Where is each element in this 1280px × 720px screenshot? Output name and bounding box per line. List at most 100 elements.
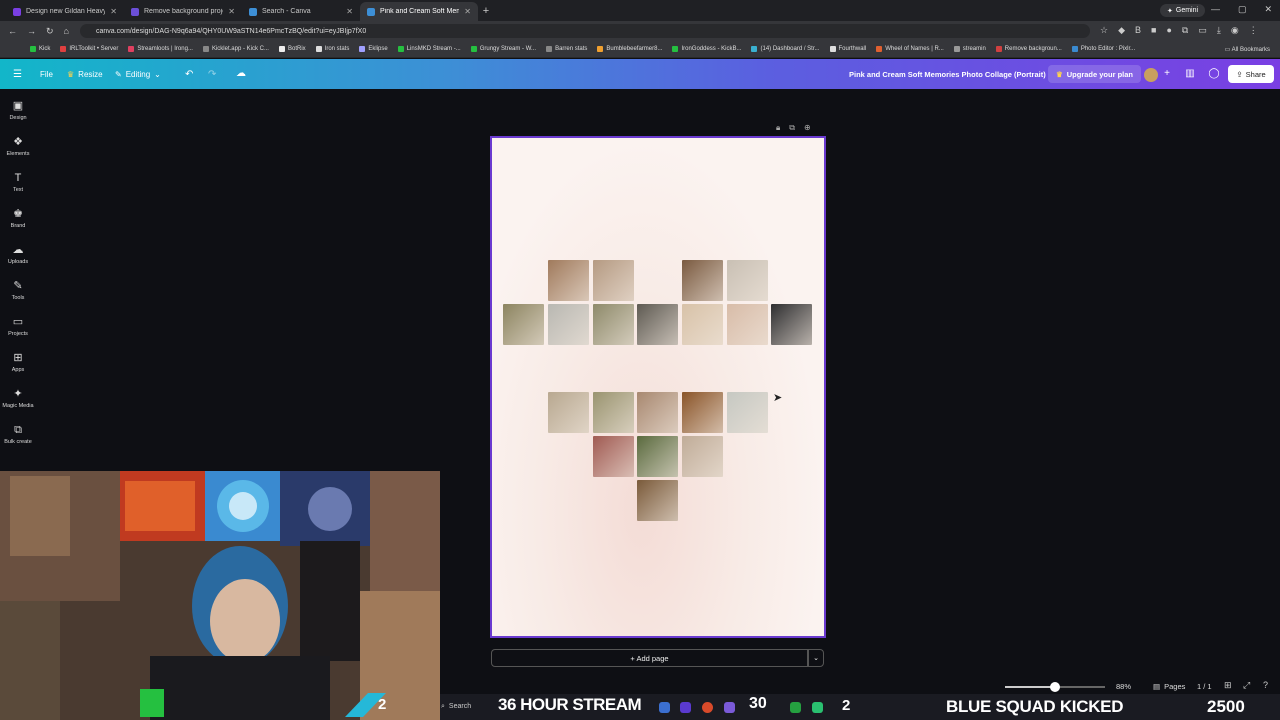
comments-icon[interactable]: ◯	[1208, 68, 1220, 80]
new-tab-button[interactable]: +	[478, 5, 494, 17]
app-icon[interactable]	[812, 702, 823, 713]
split-icon[interactable]: ▭	[1198, 25, 1207, 36]
collage-photo[interactable]	[682, 392, 723, 433]
collage-photo[interactable]	[637, 392, 678, 433]
design-page[interactable]	[490, 136, 826, 638]
collage-photo[interactable]	[682, 260, 723, 301]
add-collaborator-icon[interactable]: +	[1161, 68, 1173, 80]
browser-tab[interactable]: Pink and Cream Soft Memorie ✕	[360, 2, 478, 21]
extension-icon[interactable]: ◆	[1118, 25, 1125, 36]
document-title[interactable]: Pink and Cream Soft Memories Photo Colla…	[849, 70, 1046, 79]
maximize-icon[interactable]: ▢	[1238, 4, 1247, 15]
sidebar-item-brand[interactable]: ♚ Brand	[0, 208, 36, 229]
browser-tab[interactable]: Design new Gildan Heavyweig ✕	[6, 2, 124, 21]
bookmark-item[interactable]: Grungy Stream - W...	[470, 46, 536, 52]
bookmark-item[interactable]: Photo Editor : Pixlr...	[1071, 46, 1135, 52]
share-button[interactable]: ⇪ Share	[1228, 65, 1274, 83]
collage-photo[interactable]	[682, 436, 723, 477]
collage-photo[interactable]	[637, 436, 678, 477]
sidebar-item-uploads[interactable]: ☁ Uploads	[0, 244, 36, 265]
bookmark-item[interactable]: Iron stats	[315, 46, 349, 52]
zoom-slider-handle[interactable]	[1050, 682, 1060, 692]
close-tab-icon[interactable]: ✕	[346, 7, 353, 16]
app-icon[interactable]	[680, 702, 691, 713]
sidebar-item-projects[interactable]: ▭ Projects	[0, 316, 36, 337]
app-icon[interactable]	[790, 702, 801, 713]
bookmark-item[interactable]: IronGoddess - KickB...	[672, 46, 741, 52]
bookmark-item[interactable]: streamin	[953, 46, 986, 52]
fullscreen-icon[interactable]: ⤢	[1243, 680, 1250, 691]
collage-photo[interactable]	[637, 304, 678, 345]
browser-tab[interactable]: Search - Canva ✕	[242, 2, 360, 21]
cloud-saved-icon[interactable]: ☁	[236, 68, 246, 79]
bookmark-star-icon[interactable]: ☆	[1100, 25, 1108, 36]
app-icon[interactable]	[724, 702, 735, 713]
collage-photo[interactable]	[593, 392, 634, 433]
collage-photo[interactable]	[548, 392, 589, 433]
collage-photo[interactable]	[593, 260, 634, 301]
chrome-icon[interactable]	[702, 702, 713, 713]
hamburger-menu-icon[interactable]: ☰	[13, 69, 22, 80]
bookmark-item[interactable]: Kicklet.app - Kick C...	[202, 46, 269, 52]
add-page-icon[interactable]: ⊕	[804, 123, 811, 133]
reload-icon[interactable]: ↻	[46, 26, 54, 37]
taskbar-search[interactable]: ⌕ Search	[441, 703, 471, 711]
bookmark-item[interactable]: Barren stats	[546, 46, 587, 52]
back-icon[interactable]: ←	[8, 26, 17, 36]
avatar[interactable]	[1144, 68, 1158, 82]
bookmark-item[interactable]: LinsMKD Stream -...	[397, 46, 461, 52]
bookmark-item[interactable]: Fourthwall	[829, 46, 866, 52]
editing-mode-dropdown[interactable]: ✎ Editing ⌄	[115, 70, 161, 79]
close-tab-icon[interactable]: ✕	[464, 7, 471, 16]
app-icon[interactable]	[659, 702, 670, 713]
close-window-icon[interactable]: ✕	[1264, 4, 1272, 15]
all-bookmarks[interactable]: ▭ All Bookmarks	[1225, 46, 1270, 53]
resize-button[interactable]: ♛ Resize	[67, 70, 103, 79]
sidebar-item-magic-media[interactable]: ✦ Magic Media	[0, 388, 36, 409]
extension-icon[interactable]: ●	[1166, 25, 1171, 36]
download-icon[interactable]: ⤓	[1217, 25, 1221, 36]
pages-button[interactable]: ▤ Pages	[1153, 682, 1185, 691]
bookmark-item[interactable]: IRLToolkit • Server	[60, 46, 118, 52]
puzzle-icon[interactable]: ⧉	[1182, 25, 1188, 36]
sidebar-item-bulk-create[interactable]: ⧉ Bulk create	[0, 424, 36, 445]
insights-icon[interactable]: ▥	[1184, 68, 1196, 80]
bookmark-item[interactable]: (14) Dashboard / Str...	[751, 46, 820, 52]
sidebar-item-text[interactable]: T Text	[0, 172, 36, 193]
url-field[interactable]: canva.com/design/DAG-N9q6a94/QHY0UW9aSTN…	[80, 24, 1090, 38]
collage-photo[interactable]	[593, 304, 634, 345]
bookmark-item[interactable]: Eklipse	[359, 46, 388, 52]
grid-view-icon[interactable]: ⊞	[1224, 680, 1232, 691]
zoom-value[interactable]: 88%	[1116, 682, 1131, 691]
extension-icon[interactable]: ■	[1151, 25, 1156, 36]
collage-photo[interactable]	[548, 304, 589, 345]
bookmark-item[interactable]: Remove backgroun...	[995, 46, 1062, 52]
home-icon[interactable]: ⌂	[64, 26, 69, 36]
browser-tab[interactable]: Remove background project - ✕	[124, 2, 242, 21]
profile-icon[interactable]: ◉	[1231, 25, 1239, 36]
help-icon[interactable]: ?	[1263, 680, 1268, 690]
collage-photo[interactable]	[682, 304, 723, 345]
bookmark-item[interactable]: BotRix	[278, 46, 306, 52]
menu-dots-icon[interactable]: ⋮	[1249, 25, 1258, 36]
collage-photo[interactable]	[771, 304, 812, 345]
bookmark-item[interactable]: Streamloots | Irong...	[128, 46, 193, 52]
collage-photo[interactable]	[727, 392, 768, 433]
redo-icon[interactable]: ↷	[208, 69, 216, 80]
upgrade-plan-button[interactable]: ♛ Upgrade your plan	[1048, 65, 1141, 83]
close-tab-icon[interactable]: ✕	[110, 7, 117, 16]
forward-icon[interactable]: →	[27, 26, 36, 36]
add-page-dropdown[interactable]: ⌄	[808, 649, 824, 667]
collage-photo[interactable]	[503, 304, 544, 345]
close-tab-icon[interactable]: ✕	[228, 7, 235, 16]
collage-photo[interactable]	[727, 260, 768, 301]
gemini-button[interactable]: ✦ Gemini	[1160, 4, 1206, 17]
bookmark-item[interactable]: Kick	[30, 46, 50, 52]
collage-photo[interactable]	[593, 436, 634, 477]
file-menu[interactable]: File	[40, 70, 53, 79]
bookmark-item[interactable]: Wheel of Names | R...	[876, 46, 944, 52]
minimize-icon[interactable]: —	[1211, 4, 1220, 15]
duplicate-page-icon[interactable]: ⧉	[789, 123, 795, 133]
collage-photo[interactable]	[548, 260, 589, 301]
extension-icon[interactable]: B	[1135, 25, 1141, 36]
